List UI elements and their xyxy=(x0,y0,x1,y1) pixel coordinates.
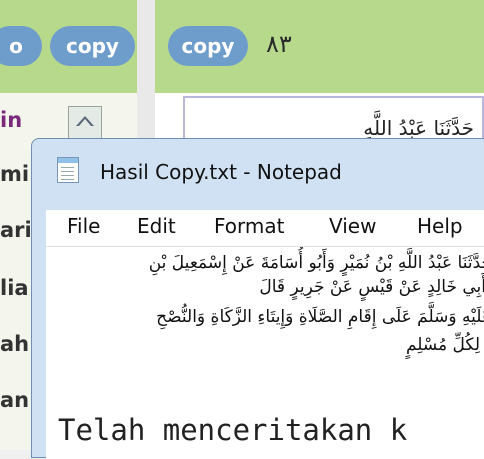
menu-view[interactable]: View xyxy=(329,214,376,238)
copy-button-right[interactable]: copy xyxy=(168,26,248,66)
text-line-latin: Telah menceritakan k xyxy=(58,413,408,447)
list-item-name[interactable]: mi xyxy=(0,162,29,186)
menu-help[interactable]: Help xyxy=(417,214,463,238)
arabic-snippet: حَدَّثَنَا عَبْدُ اللَّهِ xyxy=(363,116,474,140)
page-number: ٨٣ xyxy=(266,30,292,58)
chevron-up-icon-inner xyxy=(79,119,91,126)
toolbar-button-o[interactable]: o xyxy=(0,26,42,66)
list-item-name[interactable]: lia xyxy=(0,276,29,300)
text-line: لِكُلِّ مُسْلِمٍ xyxy=(405,335,480,355)
left-toolbar: o copy xyxy=(0,0,137,93)
menu-edit[interactable]: Edit xyxy=(137,214,176,238)
text-line: حَدَّثَنَا عَبْدُ اللَّهِ بْنُ نُمَيْرٍ … xyxy=(148,253,484,273)
text-line: أَبِي خَالِدٍ عَنْ قَيْسٍ عَنْ جَرِيرٍ ق… xyxy=(259,277,484,297)
text-line: عَلَيْهِ وَسَلَّمَ عَلَى إِقَامِ الصَّلَ… xyxy=(156,307,484,327)
copy-button-left[interactable]: copy xyxy=(50,26,135,66)
menu-file[interactable]: File xyxy=(67,214,100,238)
menu-bar: File Edit Format View Help xyxy=(46,210,484,247)
menu-format[interactable]: Format xyxy=(214,214,284,238)
text-editor[interactable]: حَدَّثَنَا عَبْدُ اللَّهِ بْنُ نُمَيْرٍ … xyxy=(46,247,484,459)
scroll-up-button[interactable] xyxy=(68,106,102,140)
list-item-name[interactable]: in xyxy=(0,108,22,132)
notepad-window: Hasil Copy.txt - Notepad File Edit Forma… xyxy=(31,138,484,459)
notepad-icon xyxy=(57,157,79,183)
list-item-name[interactable]: ari xyxy=(0,218,32,242)
window-title: Hasil Copy.txt - Notepad xyxy=(100,160,342,184)
list-item-name[interactable]: ah xyxy=(0,332,29,356)
list-item-name[interactable]: an xyxy=(0,388,29,412)
